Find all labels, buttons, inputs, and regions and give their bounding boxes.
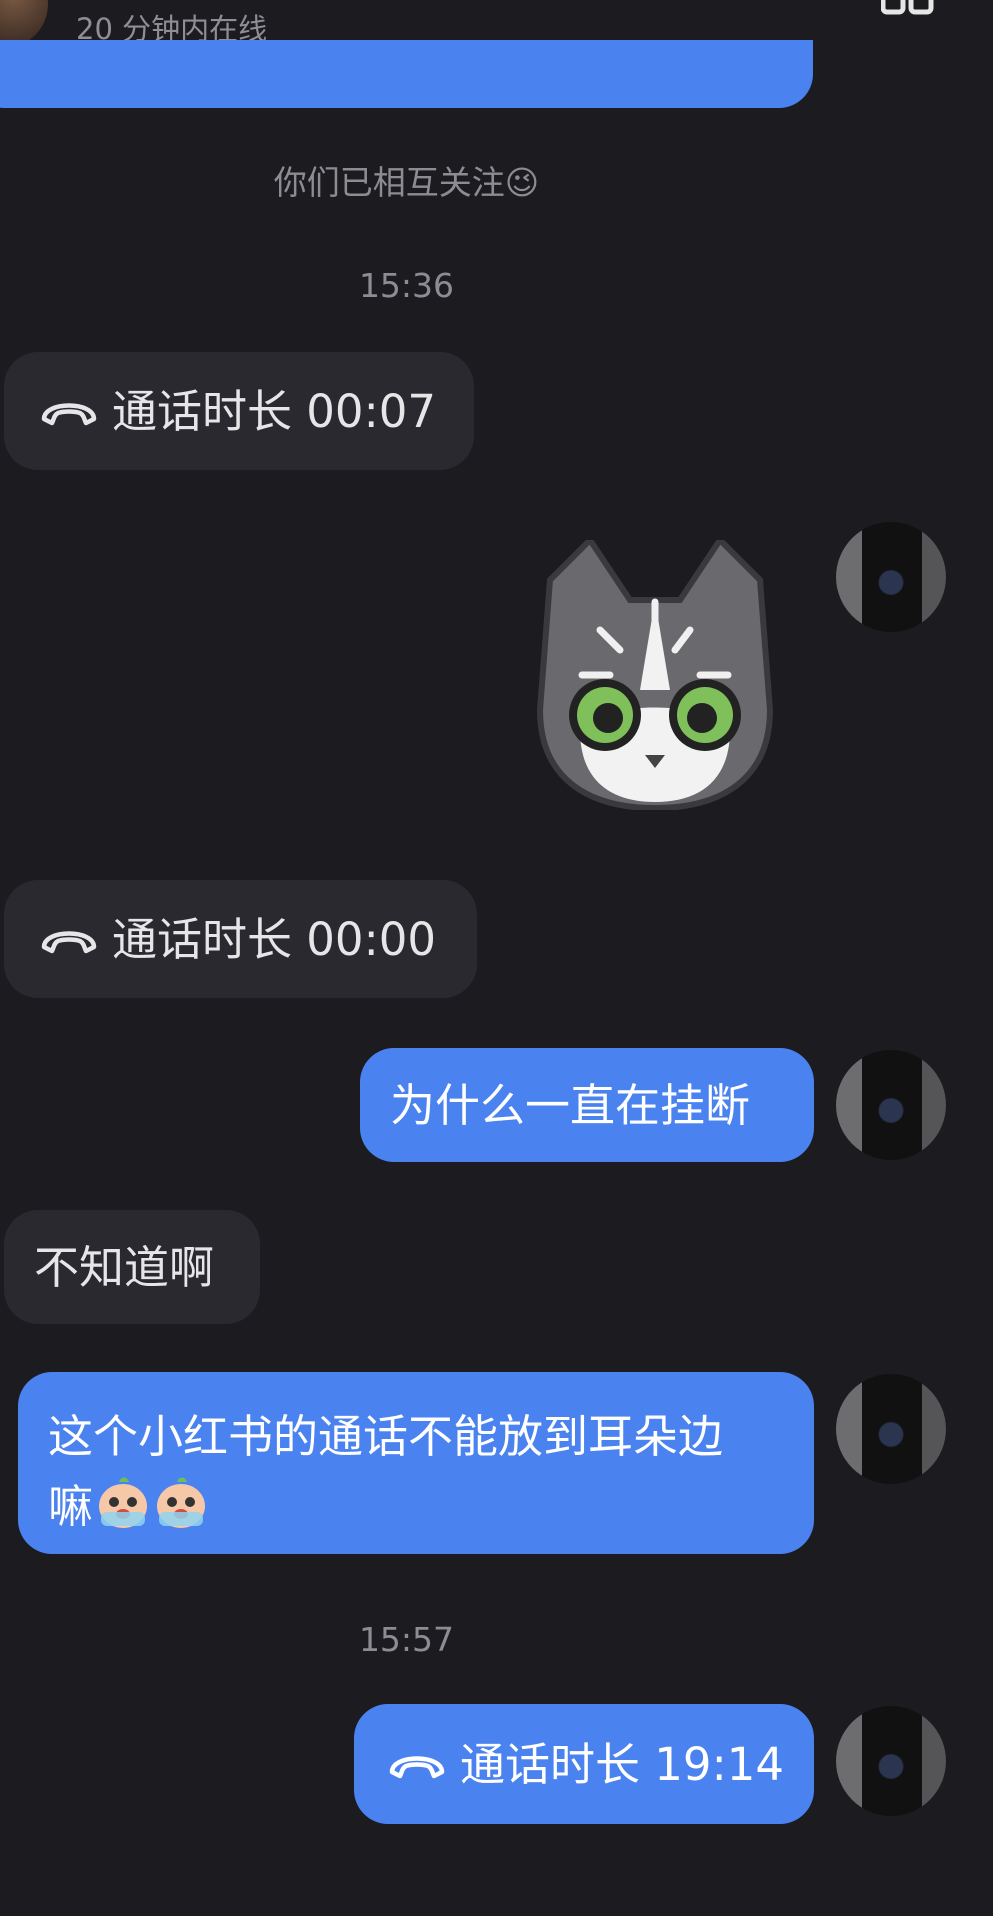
gray-cat-sticker[interactable] xyxy=(520,535,790,812)
call-duration-label: 通话时长 00:07 xyxy=(112,384,436,438)
mutual-follow-note: 你们已相互关注😉 xyxy=(273,163,540,202)
message-text: 为什么一直在挂断 xyxy=(390,1078,751,1132)
sent-message-bubble[interactable]: 为什么一直在挂断 xyxy=(360,1048,814,1162)
sent-message-bubble[interactable]: 这个小红书的通话不能放到耳朵边 嘛 xyxy=(18,1372,814,1554)
received-message-bubble[interactable]: 不知道啊 xyxy=(4,1210,260,1324)
phone-hangup-icon xyxy=(38,393,100,429)
my-avatar[interactable] xyxy=(836,1374,946,1484)
message-text: 不知道啊 xyxy=(34,1240,215,1294)
call-record-bubble[interactable]: 通话时长 00:00 xyxy=(4,880,477,998)
call-record-bubble[interactable]: 通话时长 00:07 xyxy=(4,352,474,470)
my-avatar[interactable] xyxy=(836,1706,946,1816)
crying-face-icon xyxy=(153,1474,209,1530)
call-duration-label: 通话时长 19:14 xyxy=(460,1737,784,1791)
my-avatar[interactable] xyxy=(836,522,946,632)
call-record-bubble[interactable]: 通话时长 19:14 xyxy=(354,1704,814,1824)
message-text-line: 嘛 xyxy=(48,1472,784,1542)
more-grid-icon[interactable] xyxy=(880,0,935,20)
wink-emoji-icon: 😉 xyxy=(504,163,540,202)
crying-face-icon xyxy=(95,1474,151,1530)
timestamp: 15:36 xyxy=(358,266,455,305)
phone-hangup-icon xyxy=(386,1746,448,1782)
phone-hangup-icon xyxy=(38,921,100,957)
message-text-line: 这个小红书的通话不能放到耳朵边 xyxy=(48,1410,724,1463)
pinned-banner[interactable] xyxy=(0,40,813,108)
my-avatar[interactable] xyxy=(836,1050,946,1160)
timestamp: 15:57 xyxy=(358,1620,455,1659)
call-duration-label: 通话时长 00:00 xyxy=(112,912,436,966)
